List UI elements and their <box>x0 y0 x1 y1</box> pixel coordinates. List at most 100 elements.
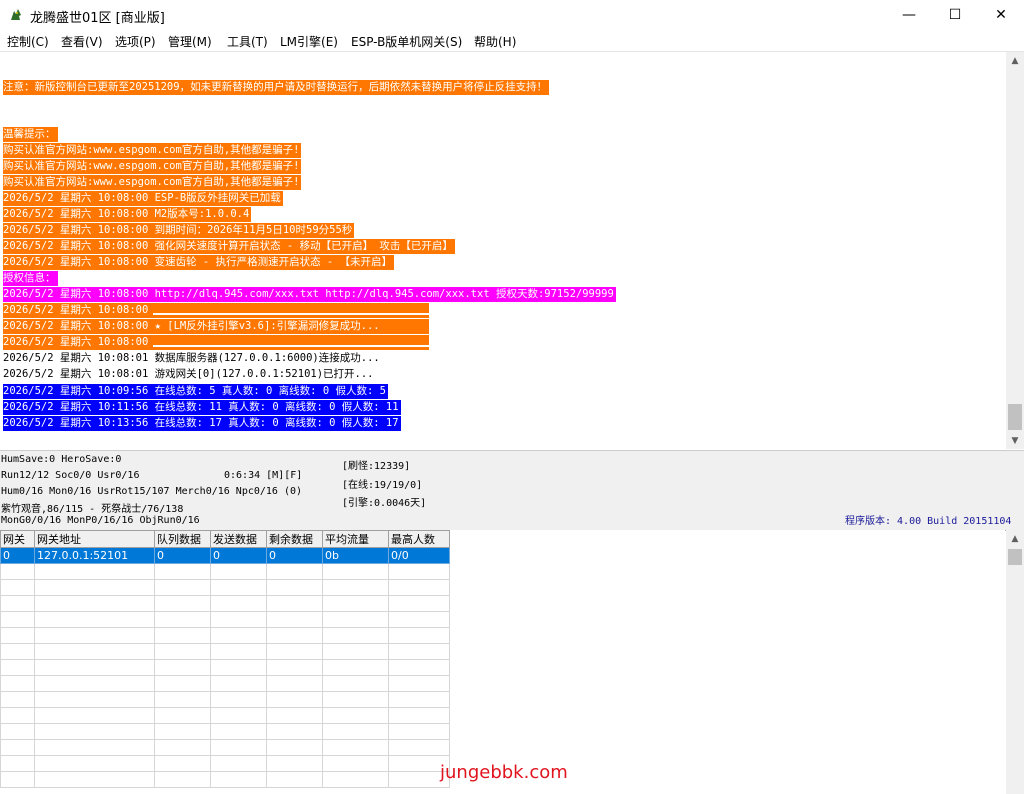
log-line-separator: 2026/5/2 星期六 10:08:00 <box>3 303 431 318</box>
status-online: [在线:19/19/0] <box>342 480 423 491</box>
menu-espb-gateway[interactable]: ESP-B版单机网关(S) <box>351 33 462 50</box>
empty-cell <box>210 707 267 724</box>
status-run: Run12/12 Soc0/0 Usr0/16 <box>1 470 140 481</box>
log-line: 2026/5/2 星期六 10:08:00 ESP-B版反外挂网关已加载 <box>3 191 283 206</box>
empty-cell <box>154 723 211 740</box>
empty-cell <box>388 579 450 596</box>
log-line: 2026/5/2 星期六 10:08:01 游戏网关[0](127.0.0.1:… <box>3 368 374 380</box>
empty-cell <box>154 707 211 724</box>
column-header[interactable]: 网关 <box>0 530 35 548</box>
menu-control[interactable]: 控制(C) <box>7 33 49 50</box>
column-header[interactable]: 队列数据 <box>154 530 211 548</box>
scroll-down-arrow-icon[interactable]: ▼ <box>1006 432 1024 449</box>
empty-cell <box>154 755 211 772</box>
menu-lm-engine[interactable]: LM引擎(E) <box>280 33 338 50</box>
gateway-grid[interactable]: 网关 网关地址 队列数据 发送数据 剩余数据 平均流量 最高人数 0 127.0… <box>0 530 1005 794</box>
empty-cell <box>0 675 35 692</box>
empty-cell <box>322 755 389 772</box>
empty-cell <box>0 611 35 628</box>
empty-cell <box>266 579 323 596</box>
column-header[interactable]: 剩余数据 <box>266 530 323 548</box>
log-line: 2026/5/2 星期六 10:08:00 http://dlq.945.com… <box>3 287 616 302</box>
empty-cell <box>388 643 450 660</box>
status-time: 0:6:34 [M][F] <box>224 470 303 481</box>
empty-table-row <box>0 675 450 692</box>
status-monster: 紫竹观音,86/115 - 死祭战士/76/138 <box>1 504 184 515</box>
empty-cell <box>210 579 267 596</box>
empty-cell <box>34 691 155 708</box>
empty-cell <box>266 627 323 644</box>
empty-cell <box>34 627 155 644</box>
empty-cell <box>0 691 35 708</box>
watermark-text: jungebbk.com <box>440 762 568 783</box>
empty-cell <box>388 739 450 756</box>
title-bar: 龙腾盛世01区 [商业版] — ☐ ✕ <box>0 0 1024 30</box>
status-mong: MonG0/0/16 MonP0/16/16 ObjRun0/16 <box>1 515 200 526</box>
empty-cell <box>388 595 450 612</box>
empty-cell <box>322 595 389 612</box>
empty-cell <box>322 579 389 596</box>
menu-options[interactable]: 选项(P) <box>115 33 156 50</box>
close-button[interactable]: ✕ <box>978 0 1024 30</box>
log-panel[interactable]: 注意：新版控制台已更新至20251209，如未更新替换的用户请及时替换运行，后期… <box>0 52 1005 449</box>
empty-table-row <box>0 659 450 676</box>
scroll-up-arrow-icon[interactable]: ▲ <box>1006 52 1024 69</box>
menu-help[interactable]: 帮助(H) <box>474 33 516 50</box>
minimize-button[interactable]: — <box>886 0 932 30</box>
app-dragon-icon <box>11 9 21 20</box>
scroll-thumb[interactable] <box>1008 549 1022 565</box>
empty-table-row <box>0 723 450 740</box>
scroll-thumb[interactable] <box>1008 404 1022 430</box>
empty-cell <box>266 659 323 676</box>
empty-cell <box>266 755 323 772</box>
status-engine: [引擎:0.0046天] <box>342 498 427 509</box>
maximize-button[interactable]: ☐ <box>932 0 978 30</box>
empty-cell <box>0 755 35 772</box>
empty-table-row <box>0 771 450 788</box>
empty-table-row <box>0 755 450 772</box>
window-title: 龙腾盛世01区 [商业版] <box>30 11 165 26</box>
menu-manage[interactable]: 管理(M) <box>168 33 212 50</box>
empty-cell <box>322 563 389 580</box>
empty-cell <box>154 659 211 676</box>
program-version: 程序版本: 4.00 Build 20151104 <box>845 516 1012 527</box>
separator-rule <box>153 345 431 347</box>
empty-cell <box>34 595 155 612</box>
gateway-table: 网关 网关地址 队列数据 发送数据 剩余数据 平均流量 最高人数 0 127.0… <box>0 530 450 788</box>
grid-scrollbar[interactable]: ▲ <box>1006 530 1024 794</box>
empty-cell <box>154 771 211 788</box>
empty-cell <box>34 563 155 580</box>
empty-cell <box>0 579 35 596</box>
empty-cell <box>0 771 35 788</box>
empty-cell <box>210 675 267 692</box>
empty-table-row <box>0 611 450 628</box>
log-scrollbar[interactable]: ▲ ▼ <box>1006 52 1024 449</box>
table-row[interactable]: 0 127.0.0.1:52101 0 0 0 0b 0/0 <box>0 547 450 564</box>
menu-view[interactable]: 查看(V) <box>61 33 103 50</box>
empty-cell <box>154 675 211 692</box>
empty-cell <box>322 771 389 788</box>
log-line: 温馨提示： <box>3 127 58 142</box>
empty-cell <box>322 675 389 692</box>
status-humsave: HumSave:0 HeroSave:0 <box>1 454 122 465</box>
column-header[interactable]: 平均流量 <box>322 530 389 548</box>
log-line: 2026/5/2 星期六 10:13:56 在线总数: 17 真人数: 0 离线… <box>3 416 401 431</box>
empty-cell <box>266 707 323 724</box>
scroll-up-arrow-icon[interactable]: ▲ <box>1006 530 1024 547</box>
column-header[interactable]: 发送数据 <box>210 530 267 548</box>
column-header[interactable]: 最高人数 <box>388 530 450 548</box>
empty-cell <box>388 627 450 644</box>
empty-cell <box>266 739 323 756</box>
column-header[interactable]: 网关地址 <box>34 530 155 548</box>
empty-cell <box>210 643 267 660</box>
empty-cell <box>154 595 211 612</box>
menu-tools[interactable]: 工具(T) <box>227 33 268 50</box>
log-line: 购买认准官方网站:www.espgom.com官方自助,其他都是骗子! <box>3 143 302 158</box>
table-cell: 0 <box>154 547 211 564</box>
empty-cell <box>388 611 450 628</box>
empty-cell <box>0 723 35 740</box>
status-hum: Hum0/16 Mon0/16 UsrRot15/107 Merch0/16 N… <box>1 486 303 497</box>
empty-cell <box>154 691 211 708</box>
empty-cell <box>266 611 323 628</box>
empty-cell <box>154 739 211 756</box>
